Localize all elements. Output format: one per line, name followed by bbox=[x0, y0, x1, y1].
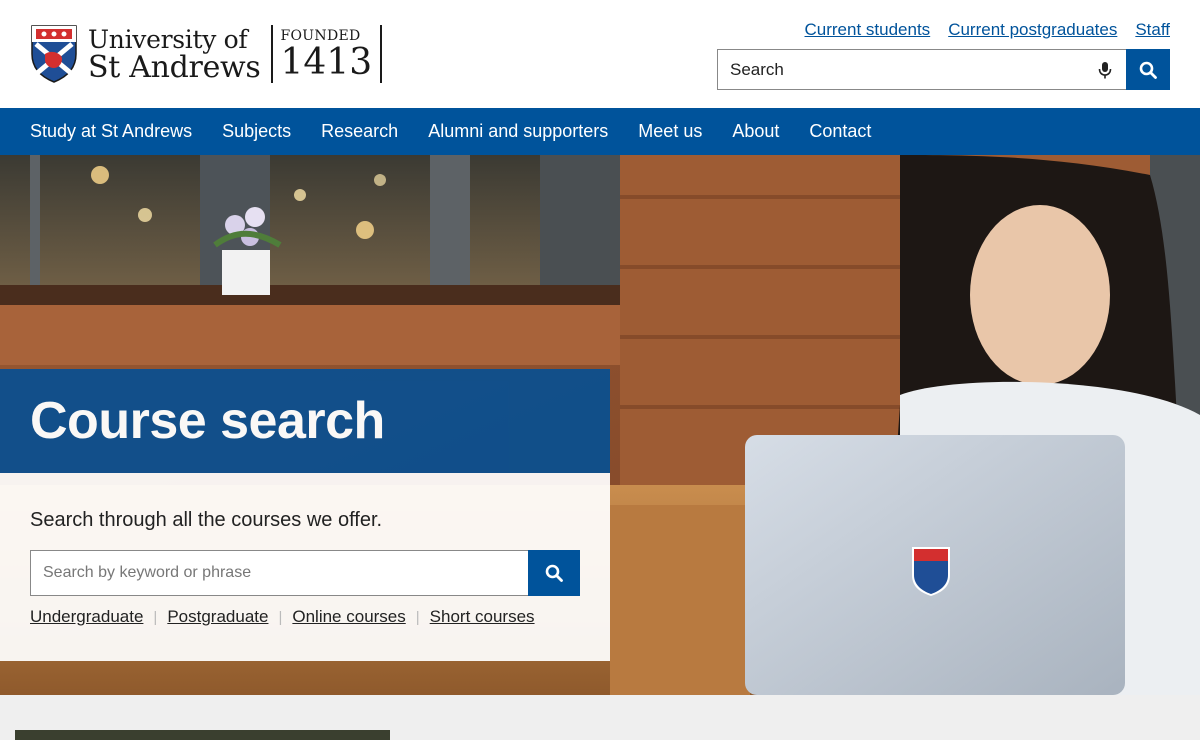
link-separator: | bbox=[415, 608, 420, 626]
founded-block: FOUNDED 1413 bbox=[281, 27, 373, 81]
main-navigation: Study at St Andrews Subjects Research Al… bbox=[0, 108, 1200, 155]
postgraduate-link[interactable]: Postgraduate bbox=[167, 607, 268, 627]
logo-line2: St Andrews bbox=[88, 50, 261, 85]
nav-subjects[interactable]: Subjects bbox=[222, 121, 291, 142]
page-title: Course search bbox=[30, 392, 385, 450]
current-postgraduates-link[interactable]: Current postgraduates bbox=[948, 20, 1117, 40]
university-crest-icon bbox=[31, 25, 77, 83]
site-header: University of St Andrews FOUNDED 1413 Cu… bbox=[0, 0, 1200, 108]
utility-links: Current students Current postgraduates S… bbox=[805, 20, 1171, 40]
hero-title-box: Course search bbox=[0, 369, 610, 473]
nav-contact[interactable]: Contact bbox=[809, 121, 871, 142]
course-search-intro: Search through all the courses we offer. bbox=[30, 509, 383, 531]
microphone-icon[interactable] bbox=[1095, 60, 1115, 80]
course-search-button[interactable] bbox=[528, 550, 580, 596]
nav-meet-us[interactable]: Meet us bbox=[638, 121, 702, 142]
site-search bbox=[717, 49, 1170, 90]
university-name: University of St Andrews bbox=[88, 26, 261, 85]
logo-divider-right bbox=[380, 25, 383, 83]
nav-about[interactable]: About bbox=[732, 121, 779, 142]
content-section bbox=[0, 695, 1200, 740]
link-separator: | bbox=[153, 608, 158, 626]
nav-study[interactable]: Study at St Andrews bbox=[30, 121, 192, 142]
university-logo[interactable]: University of St Andrews FOUNDED 1413 bbox=[30, 24, 383, 85]
card-thumbnail[interactable] bbox=[15, 730, 390, 740]
hero-banner: Course search Search through all the cou… bbox=[0, 155, 1200, 695]
course-search-input[interactable] bbox=[30, 550, 528, 596]
search-icon bbox=[1139, 61, 1157, 79]
nav-research[interactable]: Research bbox=[321, 121, 398, 142]
short-courses-link[interactable]: Short courses bbox=[430, 607, 535, 627]
undergraduate-link[interactable]: Undergraduate bbox=[30, 607, 143, 627]
link-separator: | bbox=[278, 608, 283, 626]
site-search-input[interactable] bbox=[717, 49, 1126, 90]
online-courses-link[interactable]: Online courses bbox=[292, 607, 405, 627]
founded-year: 1413 bbox=[280, 42, 373, 83]
current-students-link[interactable]: Current students bbox=[805, 20, 931, 40]
logo-divider bbox=[270, 25, 273, 83]
course-search-panel: Search through all the courses we offer.… bbox=[0, 473, 610, 661]
course-type-links: Undergraduate | Postgraduate | Online co… bbox=[30, 607, 535, 627]
course-search bbox=[30, 550, 580, 596]
nav-alumni[interactable]: Alumni and supporters bbox=[428, 121, 608, 142]
staff-link[interactable]: Staff bbox=[1135, 20, 1170, 40]
site-search-button[interactable] bbox=[1126, 49, 1170, 90]
search-icon bbox=[545, 564, 563, 582]
